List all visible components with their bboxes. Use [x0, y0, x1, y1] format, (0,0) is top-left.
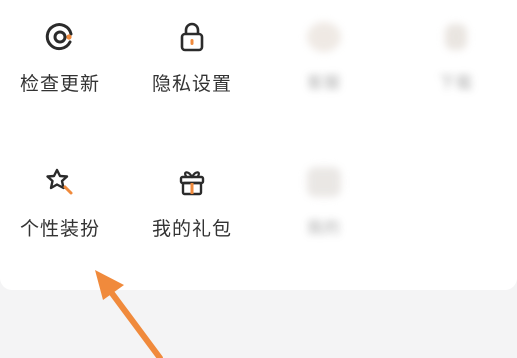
pointer-arrow-icon: [95, 270, 163, 358]
